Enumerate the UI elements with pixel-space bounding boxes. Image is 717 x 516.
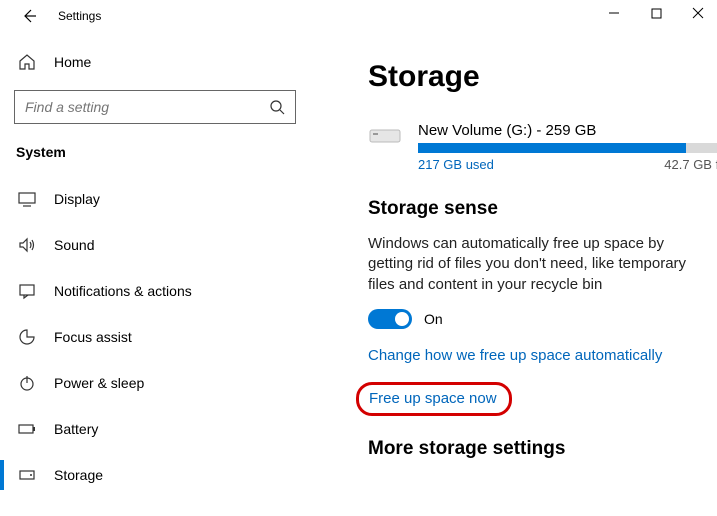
volume-info: New Volume (G:) - 259 GB 217 GB used 42.… (418, 122, 717, 172)
focus-icon (18, 328, 36, 346)
link-free-up-now[interactable]: Free up space now (369, 390, 497, 407)
search-box[interactable] (14, 90, 296, 124)
nav-label: Focus assist (54, 329, 132, 345)
highlight-annotation: Free up space now (356, 382, 512, 416)
nav-label: Storage (54, 467, 103, 483)
power-icon (18, 374, 36, 392)
nav-label: Display (54, 191, 100, 207)
free-label: 42.7 GB free (664, 157, 717, 172)
window-title: Settings (58, 9, 101, 23)
nav-item-focus[interactable]: Focus assist (0, 314, 310, 360)
storage-bar (418, 143, 717, 153)
toggle-label: On (424, 311, 443, 327)
nav-item-power[interactable]: Power & sleep (0, 360, 310, 406)
nav-label: Battery (54, 421, 98, 437)
nav-item-sound[interactable]: Sound (0, 222, 310, 268)
drive-icon (368, 124, 402, 148)
home-label: Home (54, 54, 91, 70)
nav-item-notifications[interactable]: Notifications & actions (0, 268, 310, 314)
more-storage-title: More storage settings (368, 438, 695, 460)
home-nav[interactable]: Home (14, 44, 296, 80)
nav-label: Notifications & actions (54, 283, 192, 299)
sidebar: Home System Display Sound (0, 32, 310, 516)
display-icon (18, 190, 36, 208)
section-label: System (14, 144, 296, 160)
link-change-free-up[interactable]: Change how we free up space automaticall… (368, 347, 662, 364)
search-input[interactable] (25, 99, 269, 115)
nav-item-storage[interactable]: Storage (0, 452, 310, 498)
maximize-button[interactable] (647, 4, 665, 22)
back-button[interactable] (18, 5, 40, 27)
nav-item-display[interactable]: Display (0, 176, 310, 222)
page-title: Storage (368, 60, 695, 94)
nav-item-battery[interactable]: Battery (0, 406, 310, 452)
storage-sense-title: Storage sense (368, 198, 695, 220)
close-button[interactable] (689, 4, 707, 22)
volume-row[interactable]: New Volume (G:) - 259 GB 217 GB used 42.… (368, 122, 695, 172)
search-icon (269, 99, 285, 115)
storage-icon (18, 466, 36, 484)
minimize-button[interactable] (605, 4, 623, 22)
storage-sense-desc: Windows can automatically free up space … (368, 234, 695, 295)
nav-label: Sound (54, 237, 94, 253)
used-label[interactable]: 217 GB used (418, 157, 494, 172)
nav-label: Power & sleep (54, 375, 144, 391)
home-icon (18, 53, 36, 71)
battery-icon (18, 420, 36, 438)
window-controls (605, 4, 707, 22)
storage-sense-toggle[interactable] (368, 309, 412, 329)
sound-icon (18, 236, 36, 254)
content-pane: Storage New Volume (G:) - 259 GB 217 GB … (310, 32, 717, 516)
notifications-icon (18, 282, 36, 300)
nav-list: Display Sound Notifications & actions Fo… (0, 176, 310, 498)
storage-bar-fill (418, 143, 686, 153)
volume-name: New Volume (G:) - 259 GB (418, 122, 717, 139)
